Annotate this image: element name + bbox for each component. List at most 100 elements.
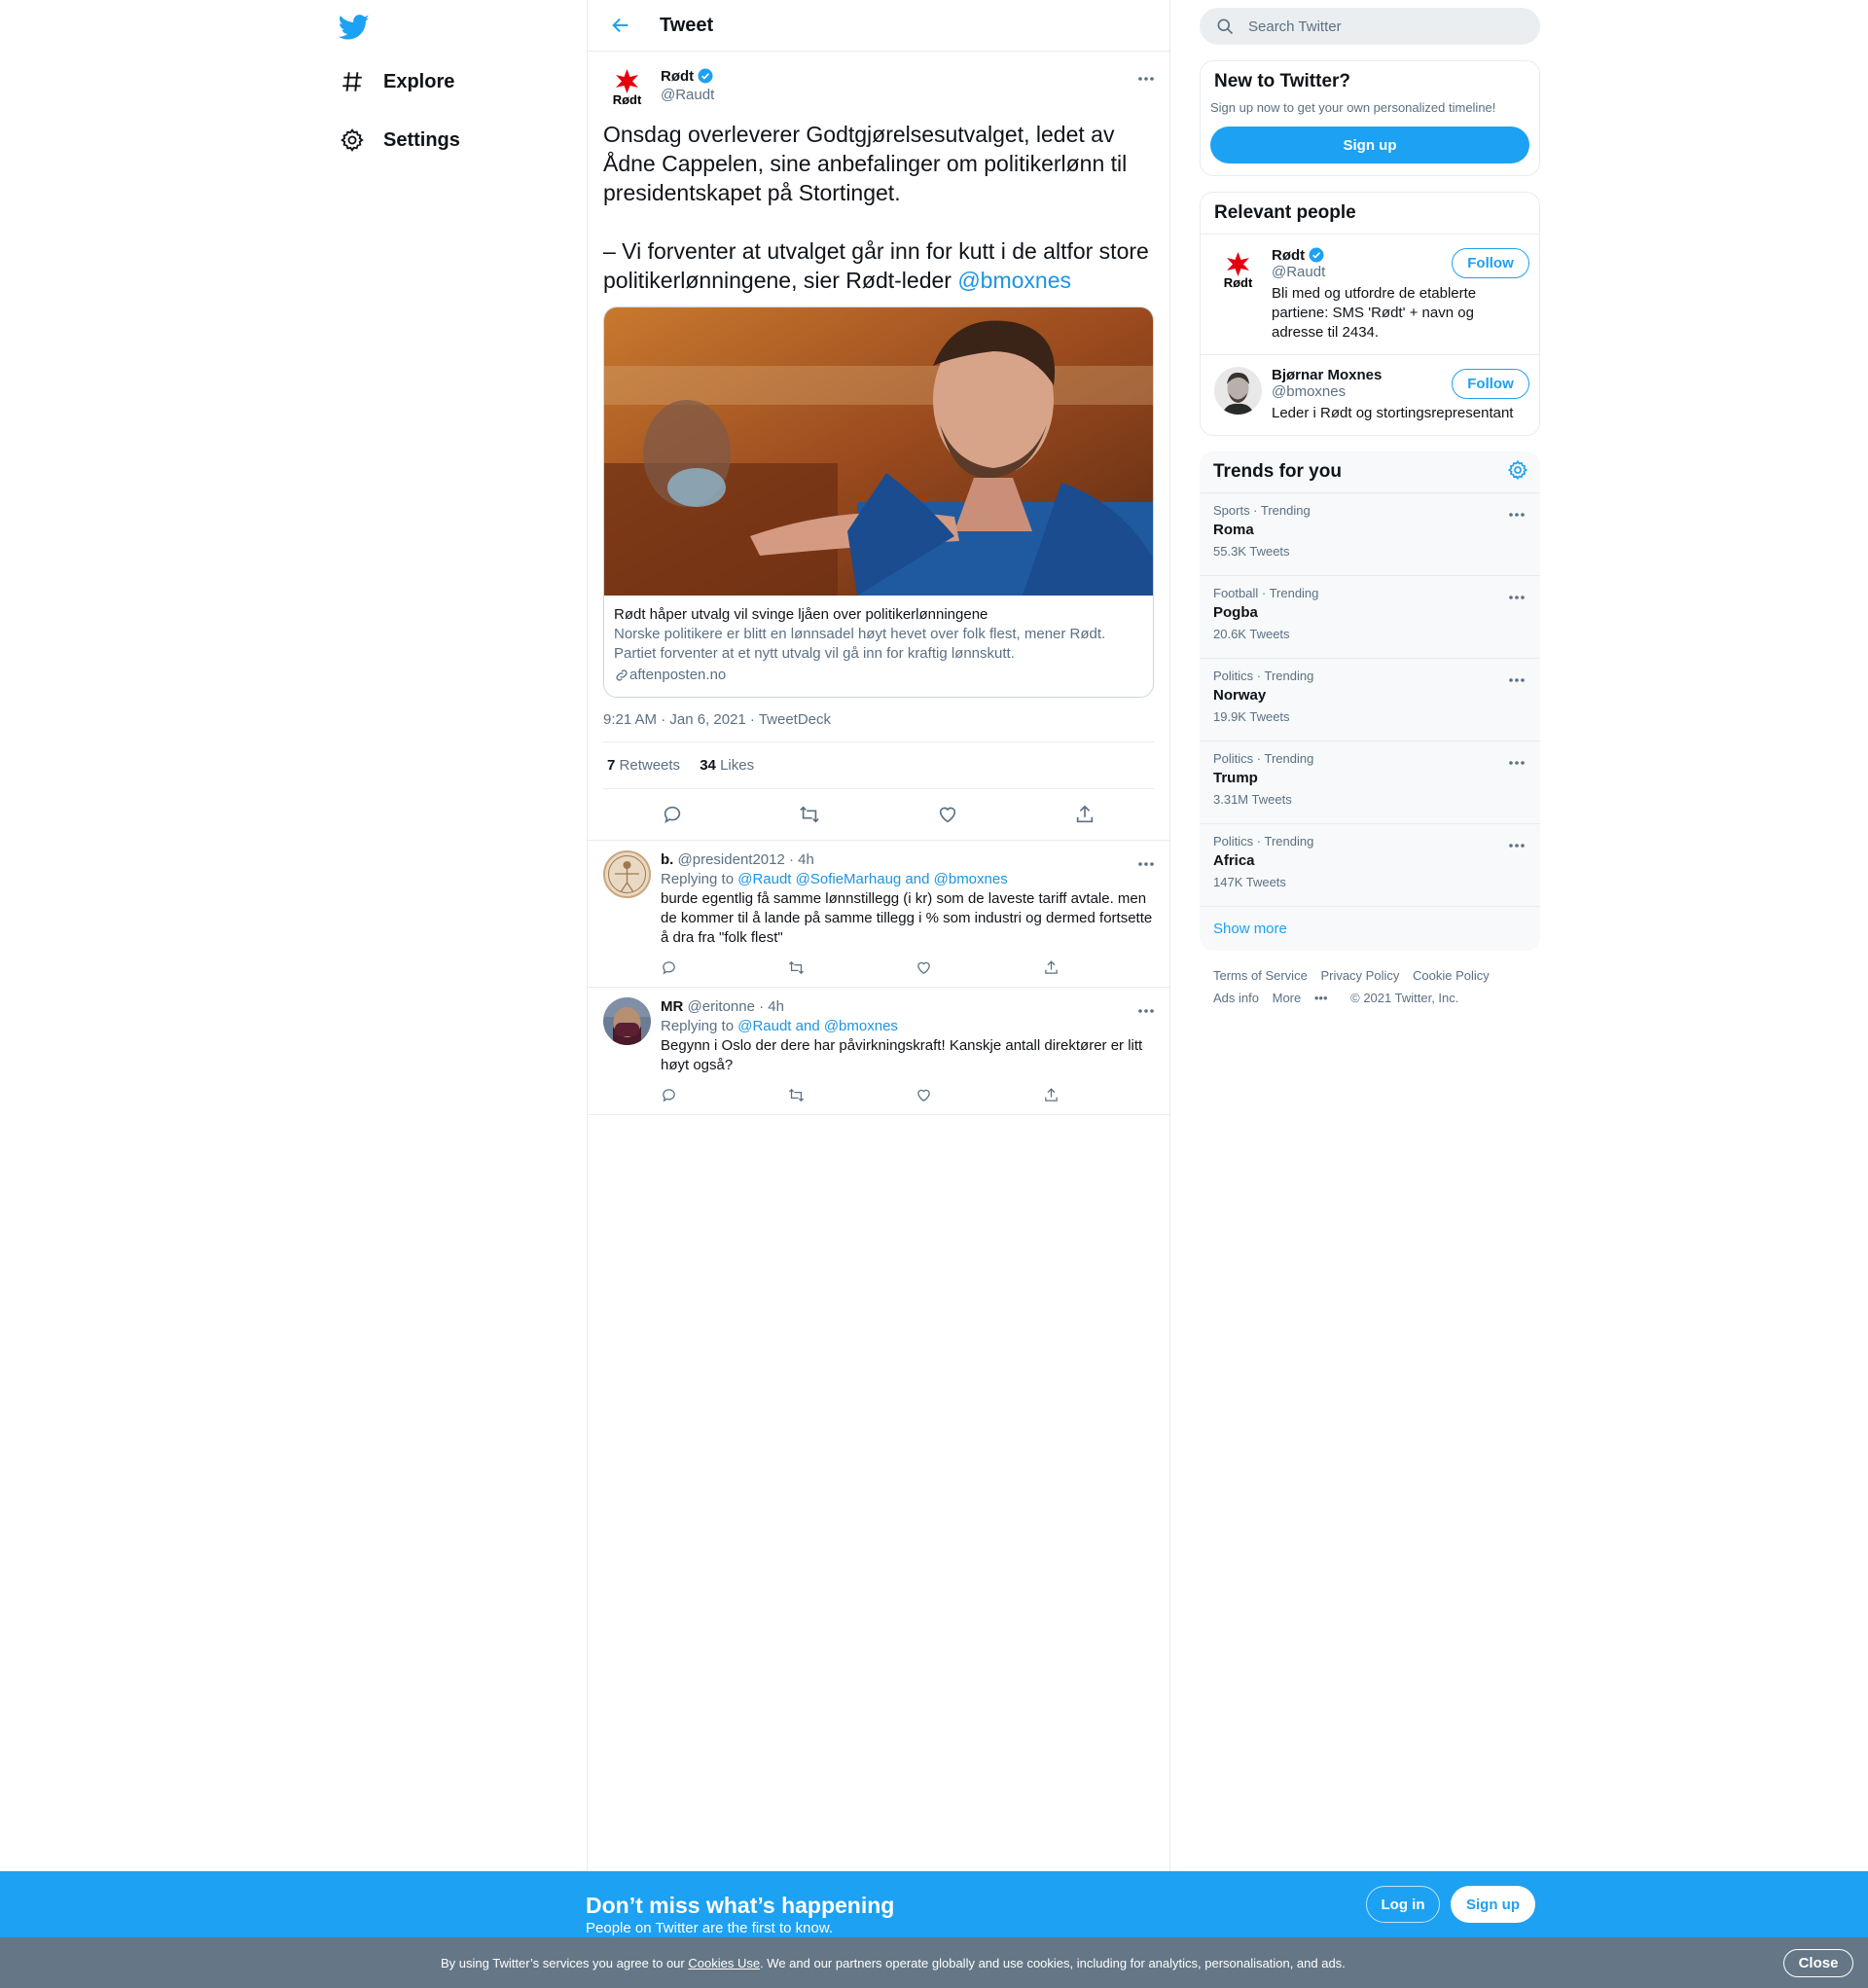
trend-count: 147K Tweets [1213,875,1286,889]
reply-author-name[interactable]: b. [661,851,673,868]
like-icon[interactable] [929,796,966,833]
cookie-text-before: By using Twitter’s services you agree to… [441,1956,689,1970]
trend-item[interactable]: Politics · Trending Trump 3.31M Tweets [1200,741,1540,824]
more-options-icon[interactable] [1134,852,1158,876]
likes-stat[interactable]: 34 Likes [700,757,754,774]
more-options-icon[interactable] [1505,669,1528,692]
back-arrow-icon[interactable] [603,8,638,43]
bottom-signup-button[interactable]: Sign up [1451,1886,1535,1923]
main-column: Tweet Rødt Rødt @Raudt Onsdag overlevere… [587,0,1170,1871]
tweet-author: Rødt Rødt @Raudt [603,63,1154,118]
trend-category: Politics · Trending [1213,834,1314,849]
share-icon[interactable] [1035,1079,1066,1110]
more-options-icon[interactable] [1134,999,1158,1023]
settings-gear-icon[interactable] [1507,459,1528,486]
more-options-icon[interactable] [1505,751,1528,775]
reply-author-name[interactable]: MR [661,998,683,1015]
new-to-twitter-subtitle: Sign up now to get your own personalized… [1210,100,1496,115]
footer-ads[interactable]: Ads info [1213,991,1259,1005]
search-box[interactable]: Search Twitter [1200,8,1540,45]
trend-name: Africa [1213,852,1255,869]
trend-item[interactable]: Politics · Trending Norway 19.9K Tweets [1200,659,1540,741]
footer-privacy[interactable]: Privacy Policy [1320,968,1399,983]
more-options-icon[interactable] [1134,67,1158,90]
rodt-avatar[interactable]: Rødt [1214,246,1262,294]
follow-button[interactable]: Follow [1452,369,1529,399]
footer-cookie[interactable]: Cookie Policy [1413,968,1490,983]
card-image [604,307,1153,596]
retweets-label: Retweets [619,757,681,774]
replying-to-links[interactable]: @Raudt @SofieMarhaug and @bmoxnes [737,871,1008,887]
nav-explore[interactable]: Explore [339,58,454,105]
bottom-signup-bar: Don’t miss what’s happening People on Tw… [0,1871,1868,1937]
relevant-people-title: Relevant people [1214,202,1356,223]
retweet-icon[interactable] [780,952,811,983]
trend-item[interactable]: Politics · Trending Africa 147K Tweets [1200,824,1540,907]
trend-item[interactable]: Sports · Trending Roma 55.3K Tweets [1200,493,1540,576]
verified-badge-icon [698,68,713,84]
tweet-actions [603,789,1154,840]
card-title: Rødt håper utvalg vil svinge ljåen over … [614,606,988,623]
reply-tweet[interactable]: MR @eritonne · 4h Replying to @Raudt and… [588,987,1169,1115]
cookie-text-after: . We and our partners operate globally a… [760,1956,1346,1970]
link-card[interactable]: Rødt håper utvalg vil svinge ljåen over … [603,307,1154,698]
share-icon[interactable] [1066,796,1103,833]
more-options-icon[interactable] [1505,586,1528,609]
trend-count: 20.6K Tweets [1213,627,1290,641]
login-button[interactable]: Log in [1366,1886,1440,1923]
replying-to: Replying to @Raudt @SofieMarhaug and @bm… [661,870,1154,889]
cookie-close-button[interactable]: Close [1783,1949,1853,1977]
mention-link[interactable]: @bmoxnes [957,268,1071,293]
person-card[interactable]: Rødt Rødt @Raudt Bli med og utfordre de … [1201,234,1539,354]
bmoxnes-avatar[interactable] [1214,367,1262,415]
retweet-icon[interactable] [791,796,828,833]
more-options-icon[interactable] [1505,834,1528,857]
trend-item[interactable]: Football · Trending Pogba 20.6K Tweets [1200,576,1540,659]
reply-actions [653,948,1066,987]
gear-icon [339,127,366,154]
tweet-timestamp[interactable]: 9:21 AM · Jan 6, 2021 · TweetDeck [603,711,1154,742]
reply-icon[interactable] [653,952,684,983]
reply-icon[interactable] [653,1079,684,1110]
show-more-link[interactable]: Show more [1200,907,1540,951]
nav-settings[interactable]: Settings [339,117,460,163]
trend-name: Norway [1213,687,1267,704]
reply-icon[interactable] [654,796,691,833]
trend-category: Sports · Trending [1213,503,1311,518]
cookies-use-link[interactable]: Cookies Use [688,1956,760,1970]
person-name[interactable]: Bjørnar Moxnes [1272,367,1382,383]
likes-label: Likes [720,757,755,774]
reply-avatar[interactable] [603,850,651,898]
footer-copyright: © 2021 Twitter, Inc. [1350,991,1459,1005]
share-icon[interactable] [1035,952,1066,983]
replying-to-links[interactable]: @Raudt and @bmoxnes [737,1018,898,1034]
reply-avatar[interactable] [603,997,651,1045]
like-icon[interactable] [908,952,939,983]
twitter-bird-icon[interactable] [338,12,370,43]
person-name[interactable]: Rødt [1272,247,1305,264]
reply-tweet[interactable]: b. @president2012 · 4h Replying to @Raud… [588,840,1169,987]
trends-title: Trends for you [1213,461,1342,482]
more-options-icon[interactable] [1505,503,1528,526]
page-title: Tweet [660,14,714,36]
footer-terms[interactable]: Terms of Service [1213,968,1308,983]
follow-button[interactable]: Follow [1452,248,1529,278]
footer-more[interactable]: More ••• [1273,991,1338,1005]
person-card[interactable]: Bjørnar Moxnes @bmoxnes Leder i Rødt og … [1201,354,1539,435]
retweet-icon[interactable] [780,1079,811,1110]
tweet-text: Onsdag overleverer Godtgjørelsesutvalget… [603,120,1154,295]
main-tweet: Rødt Rødt @Raudt Onsdag overleverer Godt… [588,52,1169,840]
author-name[interactable]: Rødt [661,68,694,85]
replying-to: Replying to @Raudt and @bmoxnes [661,1017,1154,1036]
like-icon[interactable] [908,1079,939,1110]
tweet-header: Tweet [588,0,1169,52]
rodt-avatar[interactable]: Rødt [603,63,651,111]
retweets-stat[interactable]: 7 Retweets [607,757,680,774]
signup-button[interactable]: Sign up [1210,127,1529,163]
reply-text: Begynn i Oslo der dere har påvirkningskr… [661,1037,1143,1073]
search-icon [1217,18,1234,35]
trend-name: Pogba [1213,604,1258,621]
search-input[interactable]: Search Twitter [1248,18,1342,35]
author-handle[interactable]: @Raudt [661,87,714,103]
trend-count: 19.9K Tweets [1213,709,1290,724]
